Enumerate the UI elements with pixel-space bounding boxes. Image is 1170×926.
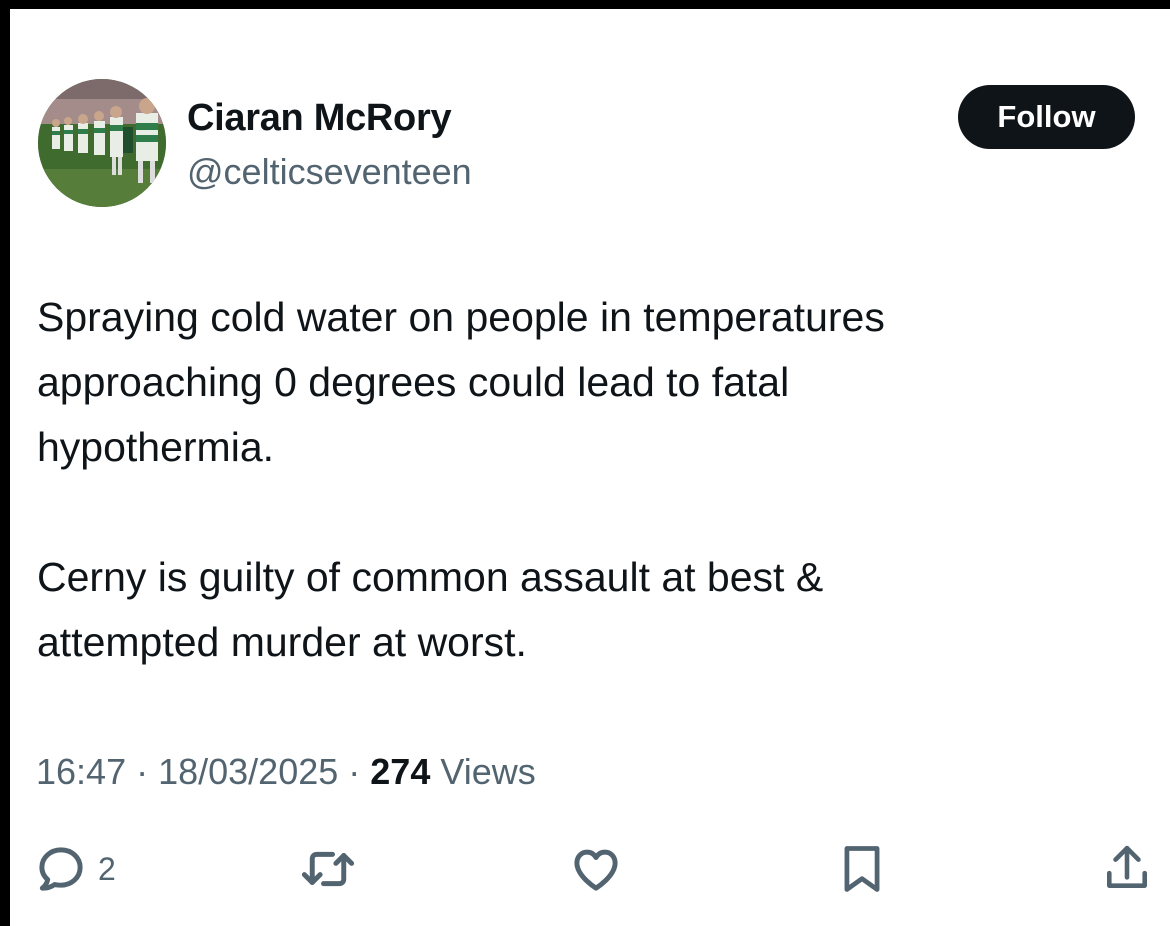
follow-button[interactable]: Follow (958, 85, 1135, 149)
avatar-image (38, 79, 166, 207)
views-label: Views (430, 751, 536, 792)
share-icon (1107, 845, 1147, 888)
reply-count: 2 (98, 850, 116, 887)
tweet-paragraph-2: Cerny is guilty of common assault at bes… (37, 554, 824, 665)
tweet-time[interactable]: 16:47 (36, 751, 126, 792)
tweet-card: Ciaran McRory @celticseventeen Follow Sp… (10, 9, 1170, 926)
like-icon (574, 849, 618, 891)
like-button[interactable] (568, 839, 624, 899)
bookmark-icon (844, 846, 880, 892)
author-name[interactable]: Ciaran McRory (187, 97, 452, 140)
share-button[interactable] (1102, 839, 1152, 899)
meta-separator: · (126, 751, 159, 792)
reply-icon (39, 847, 83, 891)
tweet-date[interactable]: 18/03/2025 (158, 751, 338, 792)
retweet-button[interactable] (298, 839, 358, 899)
tweet-text: Spraying cold water on people in tempera… (37, 285, 1147, 675)
tweet-meta: 16:47 · 18/03/2025 · 274 Views (36, 751, 536, 793)
meta-separator: · (338, 751, 371, 792)
action-bar: 2 (10, 839, 1170, 899)
bookmark-button[interactable] (836, 839, 888, 899)
tweet-paragraph-1: Spraying cold water on people in tempera… (37, 294, 885, 470)
avatar[interactable] (38, 79, 166, 207)
author-handle[interactable]: @celticseventeen (187, 151, 472, 193)
views-count: 274 (370, 751, 431, 792)
retweet-icon (301, 851, 355, 887)
reply-button[interactable]: 2 (34, 839, 116, 899)
